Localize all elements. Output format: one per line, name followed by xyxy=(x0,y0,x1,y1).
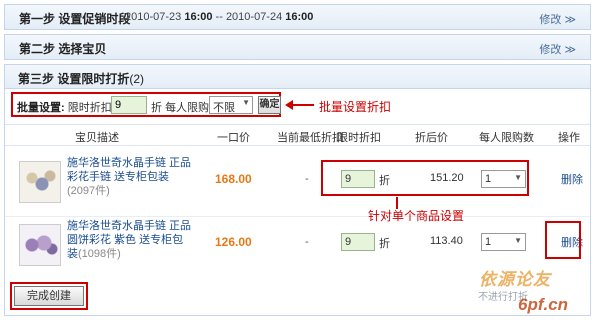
batch-label-group: 批量设置: 限时折扣 xyxy=(17,99,112,115)
product-name-link[interactable]: 施华洛世奇水晶手链 正品 彩花手链 送专柜包装 (2097件) xyxy=(67,156,192,198)
step1-time-from: 16:00 xyxy=(184,11,213,23)
batch-annotation: 批量设置折扣 xyxy=(319,100,392,114)
delete-highlight xyxy=(545,221,581,259)
step1-time-to: 16:00 xyxy=(285,11,314,23)
batch-limit-value: 不限 xyxy=(213,102,235,114)
step2-title: 第二步 选择宝贝 xyxy=(19,42,107,56)
lowest-discount: - xyxy=(305,173,309,185)
col-lowest: 当前最低折扣 xyxy=(277,132,343,144)
delete-link[interactable]: 删除 xyxy=(561,171,583,187)
product-price: 168.00 xyxy=(215,172,252,186)
finish-create-button[interactable]: 完成创建 xyxy=(14,286,84,306)
product-sold: (1098件) xyxy=(78,248,121,260)
row-discount-input[interactable]: 9 xyxy=(341,233,375,251)
step2-modify-link[interactable]: 修改 ≫ xyxy=(539,41,576,57)
step1-date-to: 2010-07-24 xyxy=(225,11,283,23)
chevron-down-icon: ▼ xyxy=(514,236,522,245)
step1-date-from: 2010-07-23 xyxy=(125,11,182,23)
step1-bar: 第一步 设置促销时段 2010-07-23 16:00 -- 2010-07-2… xyxy=(4,4,591,30)
row-limit-select[interactable]: 1 ▼ xyxy=(481,233,526,251)
step3-header: 第三步 设置限时打折(2) xyxy=(5,65,590,89)
step3-title-text: 第三步 设置限时打折 xyxy=(18,72,130,86)
col-limit: 每人限购数 xyxy=(479,132,534,144)
batch-discount-input[interactable] xyxy=(111,96,147,114)
watermark-site: 6pf.cn xyxy=(518,295,569,314)
step3-count: (2) xyxy=(129,72,145,86)
table-header: 宝贝描述 一口价 当前最低折扣 限时折扣 折后价 每人限购数 操作 xyxy=(5,124,590,146)
product-thumbnail[interactable] xyxy=(19,161,61,203)
step1-date-range: 2010-07-23 16:00 -- 2010-07-24 16:00 xyxy=(125,11,313,23)
row-limit-value: 1 xyxy=(485,236,492,248)
col-desc: 宝贝描述 xyxy=(75,132,119,144)
batch-zhe: 折 xyxy=(151,102,162,114)
batch-limit-select[interactable]: 不限 ▼ xyxy=(209,96,253,114)
single-item-highlight xyxy=(321,160,529,196)
product-price: 126.00 xyxy=(215,235,252,249)
watermark-logo: 依源论友 xyxy=(479,270,551,289)
single-annotation: 针对单个商品设置 xyxy=(368,209,465,223)
lowest-discount: - xyxy=(305,236,309,248)
product-sold: (2097件) xyxy=(67,185,110,197)
batch-settings: 批量设置: 限时折扣 折 每人限购数 不限 ▼ 确定 xyxy=(11,92,281,117)
step1-title: 第一步 设置促销时段 xyxy=(19,12,131,26)
chevron-down-icon: ▼ xyxy=(242,98,250,107)
col-after-price: 折后价 xyxy=(415,132,448,144)
batch-discount-label: 限时折扣 xyxy=(67,102,112,114)
batch-confirm-button[interactable]: 确定 xyxy=(258,96,281,114)
step2-bar: 第二步 选择宝贝 修改 ≫ xyxy=(4,34,591,60)
col-discount: 限时折扣 xyxy=(337,132,381,144)
col-price: 一口价 xyxy=(217,132,250,144)
step1-separator: -- xyxy=(215,11,223,23)
col-action: 操作 xyxy=(558,132,580,144)
after-price: 113.40 xyxy=(430,235,463,247)
product-thumbnail[interactable] xyxy=(19,224,61,266)
batch-label: 批量设置: xyxy=(17,102,65,114)
product-name-link[interactable]: 施华洛世奇水晶手链 正品 圆饼彩花 紫色 送专柜包装(1098件) xyxy=(67,219,192,261)
annotation-line xyxy=(292,104,314,106)
product-name: 施华洛世奇水晶手链 正品 彩花手链 送专柜包装 xyxy=(67,157,192,183)
step3-title: 第三步 设置限时打折(2) xyxy=(18,70,144,87)
step1-modify-link[interactable]: 修改 ≫ xyxy=(539,11,576,27)
row-zhe: 折 xyxy=(379,238,390,250)
